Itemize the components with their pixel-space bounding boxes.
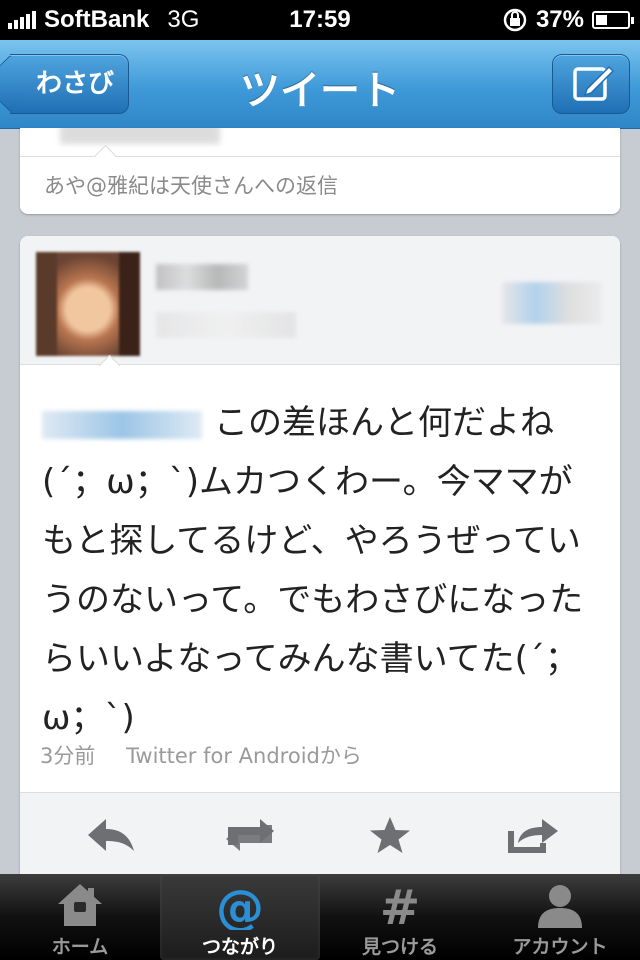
reply-icon[interactable] — [84, 815, 136, 855]
user-handle-obscured — [156, 312, 296, 338]
mention-link-obscured[interactable] — [42, 410, 202, 439]
tweet-source[interactable]: Twitter for Androidから — [126, 744, 362, 768]
follow-status-obscured[interactable] — [502, 282, 602, 324]
tab-bar: ホーム @ つながり # 見つける アカウント — [0, 874, 640, 960]
reply-to-label[interactable]: あや@雅紀は天使さんへの返信 — [44, 170, 338, 200]
at-sign-icon: @ — [216, 880, 264, 930]
tweet-card: この差ほんと何だよね(´；ω；`)ムカつくわー。今ママがもと探してるけど、やろう… — [20, 236, 620, 876]
tweet-meta: 3分前 Twitter for Androidから — [40, 740, 386, 770]
tweet-text: この差ほんと何だよね(´；ω；`)ムカつくわー。今ママがもと探してるけど、やろう… — [42, 403, 584, 738]
previous-tweet-fragment — [60, 128, 220, 144]
tab-label: ホーム — [51, 936, 109, 958]
hashtag-icon: # — [380, 880, 420, 930]
battery-percent: 37% — [535, 6, 584, 33]
battery-icon — [592, 11, 634, 29]
pointer-notch — [94, 144, 117, 167]
user-name-obscured — [156, 264, 248, 290]
retweet-icon[interactable] — [220, 815, 280, 855]
tweet-action-bar — [20, 792, 620, 876]
compose-icon — [573, 65, 615, 101]
person-icon — [538, 885, 582, 928]
tab-discover[interactable]: # 見つける — [320, 874, 480, 960]
favorite-icon[interactable] — [364, 815, 416, 855]
tweet-body: この差ほんと何だよね(´；ω；`)ムカつくわー。今ママがもと探してるけど、やろう… — [42, 394, 602, 748]
avatar[interactable] — [36, 252, 140, 356]
tab-label: 見つける — [361, 936, 438, 958]
share-icon[interactable] — [504, 815, 562, 855]
tweet-timestamp: 3分前 — [40, 744, 96, 768]
navigation-bar: わさび ツイート — [0, 40, 640, 129]
previous-tweet-card[interactable]: あや@雅紀は天使さんへの返信 — [20, 128, 620, 214]
status-bar: SoftBank 3G 17:59 37% — [0, 0, 640, 40]
tweet-author-header[interactable] — [20, 236, 620, 365]
rotation-lock-icon — [503, 8, 527, 32]
svg-text:@: @ — [216, 880, 264, 930]
tab-home[interactable]: ホーム — [0, 874, 160, 960]
compose-button[interactable] — [552, 54, 630, 114]
svg-text:#: # — [380, 880, 420, 930]
back-button[interactable]: わさび — [10, 54, 130, 114]
tab-account[interactable]: アカウント — [480, 874, 640, 960]
home-icon — [58, 884, 102, 926]
tab-label: つながり — [201, 936, 278, 958]
tab-connect[interactable]: @ つながり — [160, 874, 320, 960]
tab-label: アカウント — [512, 936, 608, 958]
